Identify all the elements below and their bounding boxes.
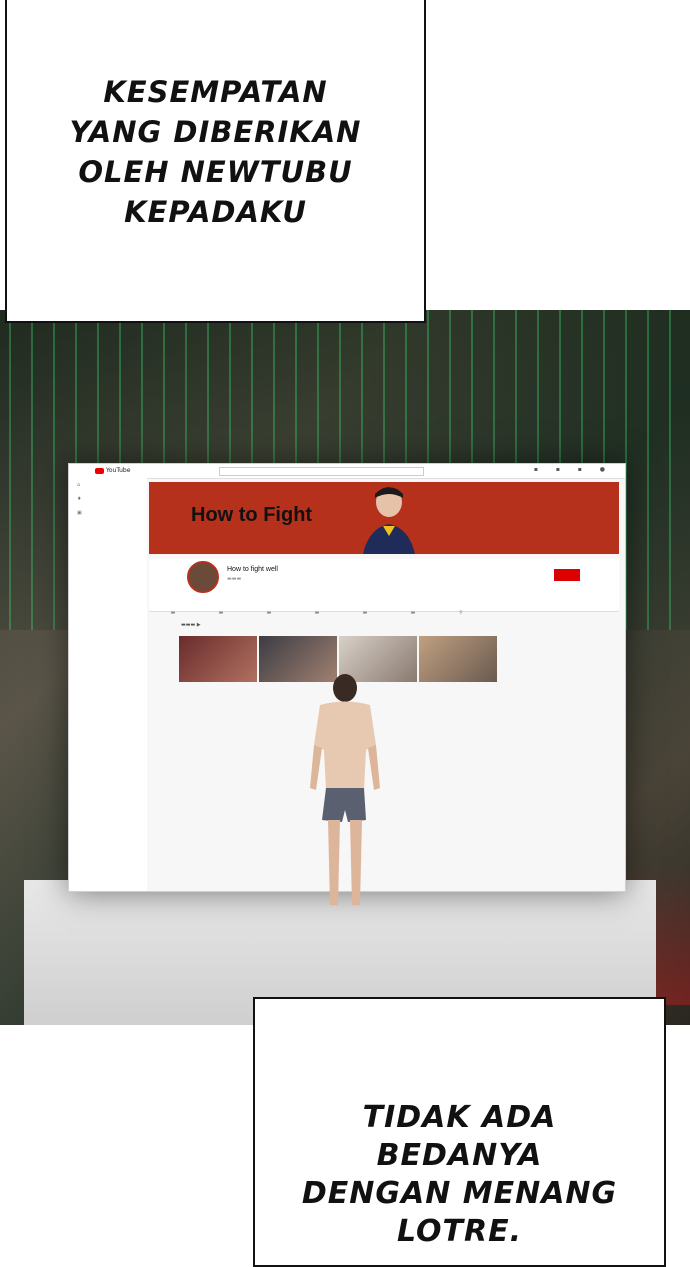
channel-header: How to fight well ▬▬▬ — [149, 559, 619, 599]
channel-banner: How to Fight — [149, 482, 619, 554]
caption-line: KESEMPATAN — [103, 75, 328, 109]
sidebar: ⌂ ♦ ▣ — [69, 478, 147, 891]
standing-character — [310, 674, 380, 905]
caption-line: TIDAK ADA — [362, 1100, 557, 1135]
top-bar: YouTube ▪ ▪ ▪ ● — [69, 464, 625, 479]
tab-home[interactable]: ▬ — [149, 607, 197, 619]
banner-character — [363, 487, 415, 554]
caption-line: KEPADAKU — [124, 195, 307, 229]
banner-title: How to Fight — [191, 504, 313, 526]
caption-line: YANG DIBERIKAN — [69, 115, 362, 149]
caption-text: KESEMPATAN YANG DIBERIKAN OLEH NEWTUBU K… — [7, 72, 424, 232]
search-input[interactable] — [219, 467, 424, 476]
channel-name[interactable]: How to fight well — [227, 566, 278, 573]
caption-line: LOTRE. — [396, 1214, 522, 1249]
sidebar-trending-icon[interactable]: ♦ — [69, 492, 147, 506]
tab-playlists[interactable]: ▬ — [245, 607, 293, 619]
tab-community[interactable]: ▬ — [293, 607, 341, 619]
sidebar-home-icon[interactable]: ⌂ — [69, 478, 147, 492]
tab-channels[interactable]: ▬ — [341, 607, 389, 619]
tab-videos[interactable]: ▬ — [197, 607, 245, 619]
tab-about[interactable]: ▬ — [389, 607, 437, 619]
caption-line: DENGAN MENANG — [301, 1176, 618, 1211]
caption-line: OLEH NEWTUBU — [78, 155, 353, 189]
youtube-logo: YouTube — [95, 467, 130, 474]
search-icon[interactable]: ⚲ — [437, 607, 485, 619]
caption-text: TIDAK ADA BEDANYA DENGAN MENANG LOTRE. — [255, 1099, 664, 1251]
caption-box-top: KESEMPATAN YANG DIBERIKAN OLEH NEWTUBU K… — [5, 0, 426, 323]
subscribe-button[interactable] — [554, 569, 580, 581]
top-icons: ▪ ▪ ▪ ● — [533, 466, 613, 473]
video-thumbnail[interactable] — [419, 636, 497, 682]
channel-tabs: ▬ ▬ ▬ ▬ ▬ ▬ ⚲ — [149, 599, 619, 616]
video-thumbnail[interactable] — [179, 636, 257, 682]
caption-box-bottom: TIDAK ADA BEDANYA DENGAN MENANG LOTRE. — [253, 997, 666, 1267]
caption-line: BEDANYA — [376, 1138, 543, 1173]
avatar[interactable] — [187, 561, 219, 593]
channel-subscribers: ▬▬▬ — [227, 576, 242, 582]
sidebar-subs-icon[interactable]: ▣ — [69, 506, 147, 520]
section-label: ▬▬▬ ▶ — [181, 622, 201, 628]
